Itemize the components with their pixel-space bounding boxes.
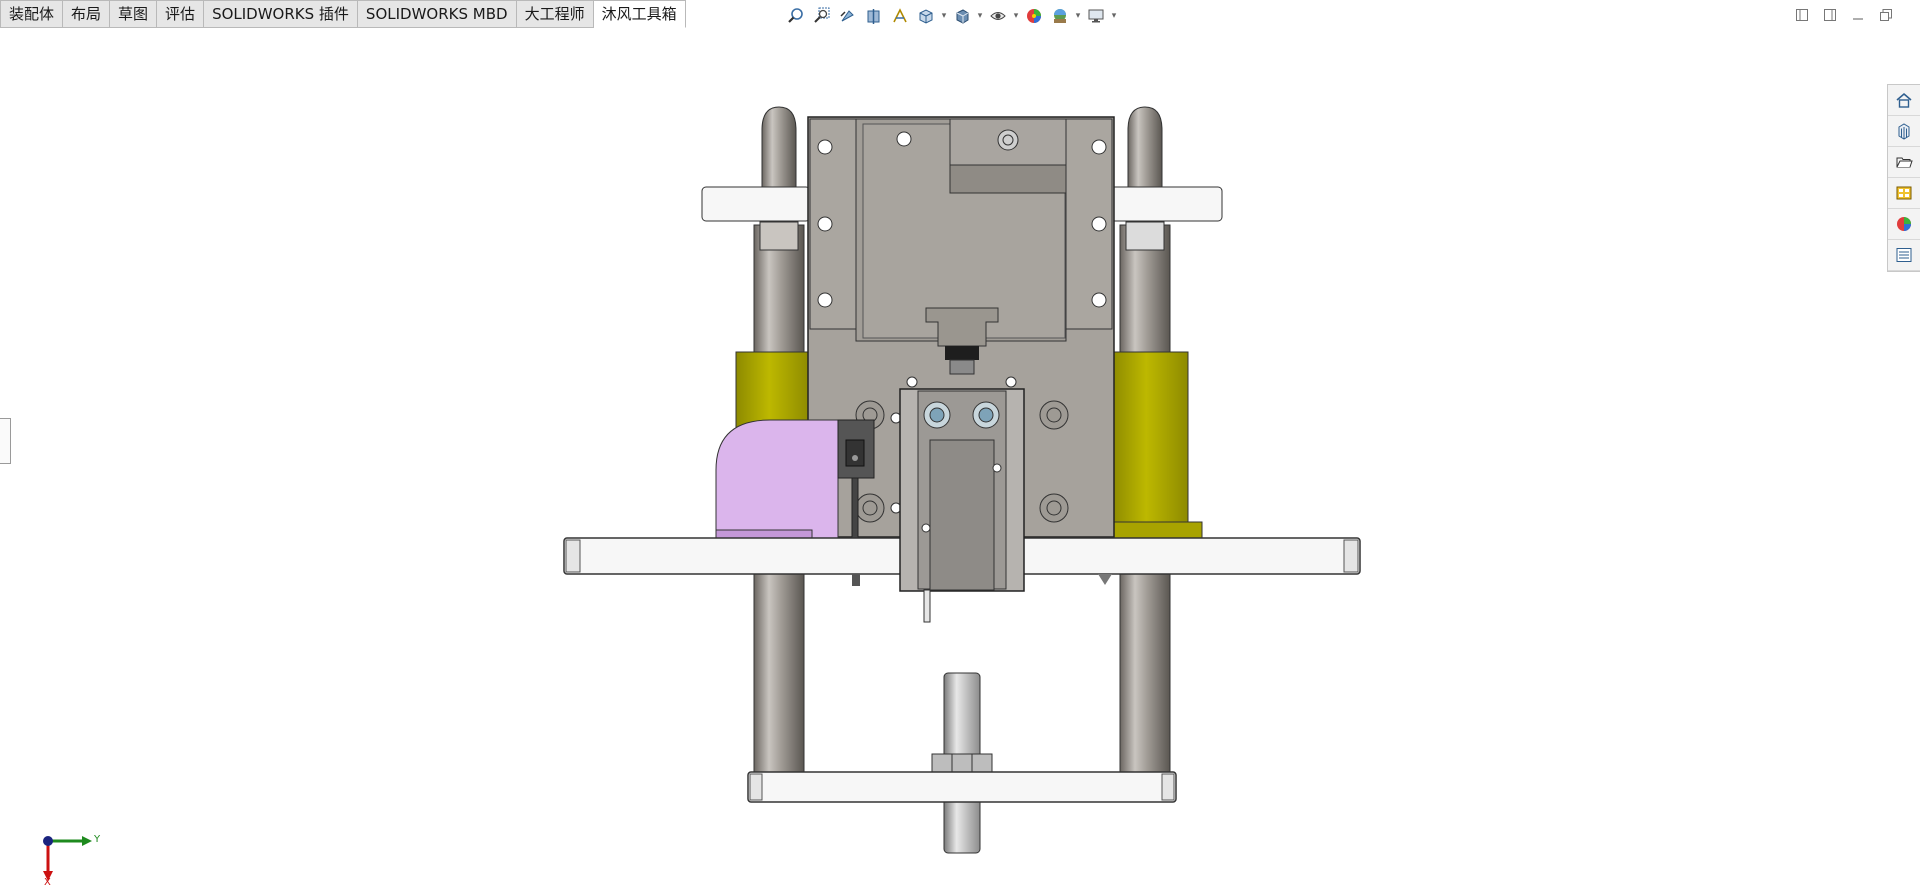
view-settings-dropdown-icon[interactable]: ▾ [1110,11,1118,21]
tab-solidworks-addins[interactable]: SOLIDWORKS 插件 [204,0,358,28]
tab-sketch[interactable]: 草图 [110,0,158,28]
triad-y-label: Y [94,834,101,845]
tile-left-icon[interactable] [1792,6,1812,24]
zoom-to-fit-icon[interactable] [784,5,808,27]
lower-frame [747,771,1177,803]
assembly-model-drawing [563,106,1361,854]
tab-layout[interactable]: 布局 [63,0,111,28]
view-settings-icon[interactable] [1084,5,1108,27]
edit-appearance-icon[interactable] [1022,5,1046,27]
tab-mufeng-toolbox[interactable]: 沐风工具箱 [593,0,686,28]
apply-scene-dropdown-icon[interactable]: ▾ [1074,11,1082,21]
graphics-area[interactable]: Y X [0,28,1920,888]
apply-scene-icon[interactable] [1048,5,1072,27]
heads-up-view-toolbar: ▾ ▾ ▾ ▾ ▾ [784,4,1118,28]
tile-right-icon[interactable] [1820,6,1840,24]
tab-assembly[interactable]: 装配体 [0,0,64,28]
dynamic-annotation-icon[interactable] [888,5,912,27]
front-slider [899,376,1025,623]
display-style-dropdown-icon[interactable]: ▾ [976,11,984,21]
view-orientation-icon[interactable] [914,5,938,27]
hide-show-items-icon[interactable] [986,5,1010,27]
hide-show-dropdown-icon[interactable]: ▾ [1012,11,1020,21]
zoom-to-area-icon[interactable] [810,5,834,27]
tab-evaluate[interactable]: 评估 [157,0,205,28]
tab-big-engineer[interactable]: 大工程师 [516,0,594,28]
command-manager-tabs: 装配体 布局 草图 评估 SOLIDWORKS 插件 SOLIDWORKS MB… [0,0,686,28]
previous-view-icon[interactable] [836,5,860,27]
section-view-icon[interactable] [862,5,886,27]
display-style-icon[interactable] [950,5,974,27]
window-controls [1792,6,1896,24]
view-orientation-dropdown-icon[interactable]: ▾ [940,11,948,21]
lower-pin-assembly [931,672,993,854]
triad-x-label: X [44,877,51,888]
restore-icon[interactable] [1876,6,1896,24]
minimize-icon[interactable] [1848,6,1868,24]
coordinate-triad[interactable]: Y X [34,825,104,888]
tab-solidworks-mbd[interactable]: SOLIDWORKS MBD [357,0,517,28]
